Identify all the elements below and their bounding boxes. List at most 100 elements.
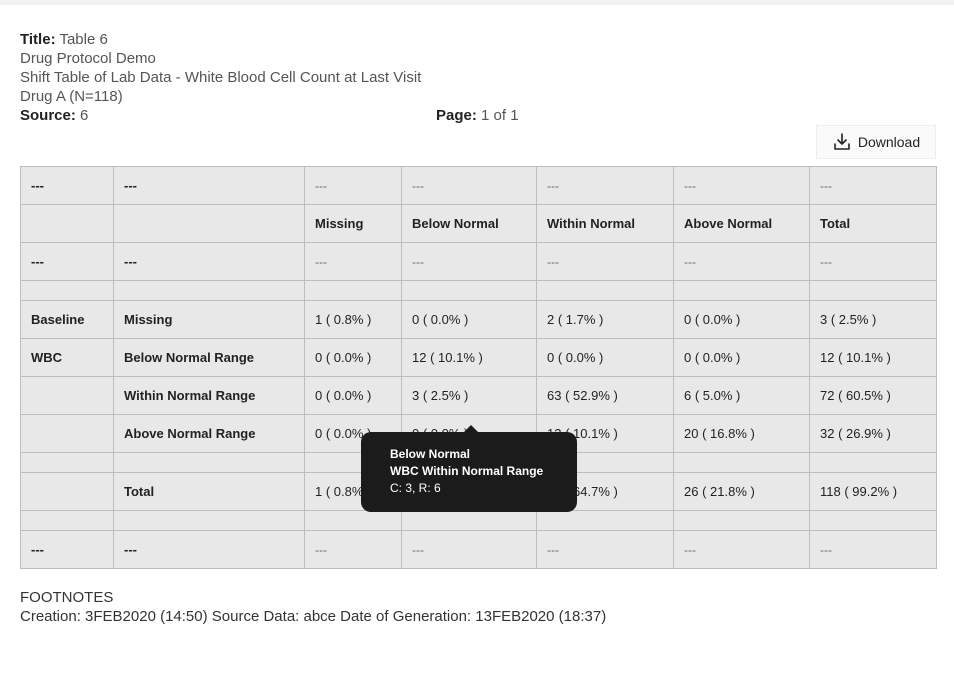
table-cell: Missing (113, 300, 305, 339)
table-cell[interactable]: 3 ( 2.5% ) (401, 376, 537, 415)
table-cell: Total (113, 472, 305, 511)
table-cell (20, 472, 114, 511)
table-row: Within Normal Range 0 ( 0.0% ) 3 ( 2.5% ) 6… (20, 376, 937, 415)
title-value: Table 6 (59, 31, 108, 48)
table-row (20, 510, 937, 531)
table-cell[interactable]: 32 ( 26.9% ) (809, 414, 937, 453)
table-cell[interactable] (673, 280, 810, 301)
table-cell[interactable]: 118 ( 99.2% ) (809, 472, 937, 511)
table-cell[interactable]: 0 ( 0.0% ) (673, 338, 810, 377)
table-cell[interactable]: --- (401, 530, 537, 569)
table-cell (20, 510, 114, 531)
table-cell: --- (20, 242, 114, 281)
table-cell[interactable] (809, 452, 937, 473)
table-cell[interactable]: --- (673, 530, 810, 569)
table-cell[interactable]: --- (536, 166, 674, 205)
table-cell[interactable]: --- (304, 242, 402, 281)
table-cell[interactable]: 2 ( 1.7% ) (536, 300, 674, 339)
table-cell[interactable]: 26 ( 21.8% ) (673, 472, 810, 511)
download-button[interactable]: Download (816, 125, 936, 159)
table-cell[interactable]: --- (809, 530, 937, 569)
table-cell[interactable] (809, 280, 937, 301)
table-cell[interactable]: 0 ( 0.0% ) (304, 376, 402, 415)
table-cell (113, 280, 305, 301)
source-line: Source: 6 (20, 106, 421, 125)
table-cell[interactable] (401, 510, 537, 531)
footnotes-heading: FOOTNOTES (20, 589, 114, 606)
table-cell[interactable]: 0 ( 0.0% ) (536, 338, 674, 377)
table-cell[interactable] (809, 510, 937, 531)
table-cell[interactable]: --- (673, 166, 810, 205)
source-label: Source: (20, 107, 76, 124)
table-cell (20, 452, 114, 473)
table-cell[interactable]: --- (536, 530, 674, 569)
table-cell[interactable]: 12 ( 10.1% ) (809, 338, 937, 377)
table-cell[interactable]: Total (809, 204, 937, 243)
table-cell[interactable]: 6 ( 5.0% ) (673, 376, 810, 415)
source-value: 6 (80, 107, 89, 124)
page-indicator: Page: 1 of 1 (436, 106, 519, 125)
table-row: --- --- --- --- --- --- --- (20, 166, 937, 205)
table-cell[interactable]: --- (401, 166, 537, 205)
table-cell[interactable]: 1 ( 0.8% ) (304, 300, 402, 339)
table-cell[interactable]: --- (304, 166, 402, 205)
table-cell[interactable]: --- (536, 242, 674, 281)
table-cell[interactable]: --- (673, 242, 810, 281)
table-cell: Baseline (20, 300, 114, 339)
top-bar (0, 0, 954, 5)
table-cell[interactable]: Within Normal (536, 204, 674, 243)
download-icon (832, 132, 852, 152)
table-row: Baseline Missing 1 ( 0.8% ) 0 ( 0.0% ) 2 ( 1… (20, 300, 937, 339)
table-cell[interactable] (401, 280, 537, 301)
table-cell[interactable] (673, 510, 810, 531)
subtitle-line-1: Drug Protocol Demo (20, 50, 156, 67)
table-cell[interactable]: Above Normal (673, 204, 810, 243)
footnotes-text: Creation: 3FEB2020 (14:50) Source Data: … (20, 608, 607, 625)
table-cell: --- (113, 530, 305, 569)
table-cell[interactable]: 0 ( 0.0% ) (673, 300, 810, 339)
table-cell: --- (113, 242, 305, 281)
tooltip-coordinates: C: 3, R: 6 (390, 481, 441, 495)
table-cell: Below Normal Range (113, 338, 305, 377)
table-row: --- --- --- --- --- --- --- (20, 242, 937, 281)
subtitle-line-2: Shift Table of Lab Data - White Blood Ce… (20, 69, 422, 86)
table-cell (20, 280, 114, 301)
table-cell[interactable]: 63 ( 52.9% ) (536, 376, 674, 415)
page-value: 1 of 1 (481, 107, 519, 124)
tooltip-row: WBC Within Normal Range (390, 464, 544, 478)
table-cell[interactable] (304, 510, 402, 531)
table-cell[interactable]: --- (304, 530, 402, 569)
table-cell[interactable]: 0 ( 0.0% ) (304, 338, 402, 377)
table-cell (20, 376, 114, 415)
table-cell: Within Normal Range (113, 376, 305, 415)
table-cell[interactable]: Missing (304, 204, 402, 243)
table-cell[interactable]: --- (809, 166, 937, 205)
table-cell[interactable]: Below Normal (401, 204, 537, 243)
table-row: Missing Below Normal Within Normal Above No… (20, 204, 937, 243)
table-cell[interactable]: --- (401, 242, 537, 281)
table-cell: Above Normal Range (113, 414, 305, 453)
table-row (20, 280, 937, 301)
table-cell[interactable] (536, 280, 674, 301)
table-cell[interactable]: 0 ( 0.0% ) (401, 300, 537, 339)
table-row: WBC Below Normal Range 0 ( 0.0% ) 12 ( 10.1… (20, 338, 937, 377)
table-cell[interactable]: 3 ( 2.5% ) (809, 300, 937, 339)
table-cell: --- (20, 166, 114, 205)
table-cell (20, 204, 114, 243)
tooltip-column: Below Normal (390, 447, 471, 461)
footnotes: FOOTNOTES Creation: 3FEB2020 (14:50) Sou… (20, 588, 606, 626)
title-label: Title: (20, 31, 56, 48)
table-cell[interactable]: 12 ( 10.1% ) (401, 338, 537, 377)
table-cell[interactable]: 20 ( 16.8% ) (673, 414, 810, 453)
cell-tooltip: Below Normal WBC Within Normal Range C: … (361, 425, 577, 512)
title-line: Title: Table 6 (20, 30, 421, 49)
page-label: Page: (436, 107, 477, 124)
table-cell: --- (113, 166, 305, 205)
table-cell (113, 204, 305, 243)
table-cell[interactable] (673, 452, 810, 473)
table-cell[interactable] (304, 280, 402, 301)
table-cell[interactable]: 72 ( 60.5% ) (809, 376, 937, 415)
table-cell[interactable] (536, 510, 674, 531)
tooltip-arrow (464, 425, 478, 432)
table-cell[interactable]: --- (809, 242, 937, 281)
